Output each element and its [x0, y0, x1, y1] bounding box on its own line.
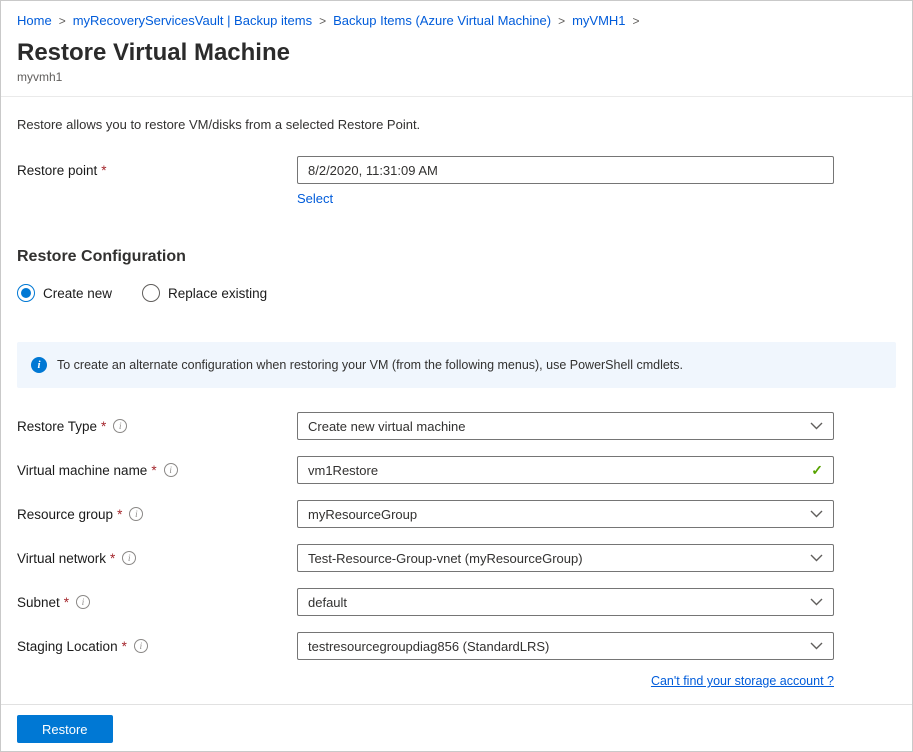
- valid-check-icon: ✓: [811, 462, 823, 479]
- field-label-cell: Restore Type * i: [17, 419, 297, 434]
- storage-account-link[interactable]: Can't find your storage account ?: [651, 674, 834, 688]
- virtual-network-row: Virtual network * i Test-Resource-Group-…: [17, 544, 896, 572]
- field-label: Virtual machine name: [17, 463, 147, 478]
- select-restore-point-link[interactable]: Select: [297, 191, 333, 206]
- intro-text: Restore allows you to restore VM/disks f…: [17, 117, 896, 132]
- restore-form: Restore Type * i Create new virtual mach…: [17, 412, 896, 690]
- required-asterisk: *: [151, 463, 156, 478]
- subnet-dropdown[interactable]: default: [297, 588, 834, 616]
- breadcrumb-separator: >: [558, 14, 565, 28]
- field-label-cell: Virtual network * i: [17, 551, 297, 566]
- info-icon: i: [76, 595, 90, 609]
- field-label-cell: Resource group * i: [17, 507, 297, 522]
- chevron-down-icon: [810, 554, 823, 562]
- required-asterisk: *: [64, 595, 69, 610]
- radio-create-new[interactable]: Create new: [17, 284, 112, 302]
- breadcrumb-separator: >: [319, 14, 326, 28]
- blade-header: Restore Virtual Machine myvmh1: [1, 38, 912, 97]
- required-asterisk: *: [101, 419, 106, 434]
- info-icon: i: [31, 357, 47, 373]
- info-banner-text: To create an alternate configuration whe…: [57, 358, 683, 372]
- breadcrumb-separator: >: [633, 14, 640, 28]
- dropdown-value: testresourcegroupdiag856 (StandardLRS): [308, 639, 549, 654]
- dropdown-value: myResourceGroup: [308, 507, 417, 522]
- chevron-down-icon: [810, 642, 823, 650]
- field-label: Staging Location: [17, 639, 118, 654]
- info-icon: i: [113, 419, 127, 433]
- restore-vm-blade: Home > myRecoveryServicesVault | Backup it…: [0, 0, 913, 752]
- radio-label: Create new: [43, 286, 112, 301]
- field-label: Resource group: [17, 507, 113, 522]
- dropdown-value: default: [308, 595, 347, 610]
- breadcrumb-vault[interactable]: myRecoveryServicesVault | Backup items: [73, 13, 312, 28]
- breadcrumb-backup-items[interactable]: Backup Items (Azure Virtual Machine): [333, 13, 551, 28]
- info-icon: i: [129, 507, 143, 521]
- field-label-cell: Staging Location * i: [17, 639, 297, 654]
- breadcrumb: Home > myRecoveryServicesVault | Backup it…: [1, 1, 912, 30]
- radio-button-icon: [17, 284, 35, 302]
- restore-point-control: Select: [297, 156, 834, 208]
- dropdown-value: Create new virtual machine: [308, 419, 466, 434]
- breadcrumb-separator: >: [59, 14, 66, 28]
- page-subtitle: myvmh1: [17, 70, 896, 84]
- resource-group-row: Resource group * i myResourceGroup: [17, 500, 896, 528]
- info-icon: i: [164, 463, 178, 477]
- select-link-row: Select: [297, 190, 834, 208]
- required-asterisk: *: [101, 163, 106, 178]
- staging-location-dropdown[interactable]: testresourcegroupdiag856 (StandardLRS): [297, 632, 834, 660]
- restore-configuration-options: Create new Replace existing: [17, 284, 896, 302]
- radio-button-icon: [142, 284, 160, 302]
- restore-point-field: [297, 156, 834, 184]
- breadcrumb-vm[interactable]: myVMH1: [572, 13, 625, 28]
- field-label-cell: Virtual machine name * i: [17, 463, 297, 478]
- restore-point-label: Restore point: [17, 163, 97, 178]
- page-title: Restore Virtual Machine: [17, 38, 896, 68]
- field-label: Restore Type: [17, 419, 97, 434]
- required-asterisk: *: [117, 507, 122, 522]
- chevron-down-icon: [810, 422, 823, 430]
- restore-point-row: Restore point * Select: [17, 156, 896, 208]
- breadcrumb-home[interactable]: Home: [17, 13, 52, 28]
- required-asterisk: *: [110, 551, 115, 566]
- virtual-network-dropdown[interactable]: Test-Resource-Group-vnet (myResourceGrou…: [297, 544, 834, 572]
- restore-button[interactable]: Restore: [17, 715, 113, 743]
- field-label: Virtual network: [17, 551, 106, 566]
- restore-type-dropdown[interactable]: Create new virtual machine: [297, 412, 834, 440]
- radio-replace-existing[interactable]: Replace existing: [142, 284, 267, 302]
- field-label-cell: Subnet * i: [17, 595, 297, 610]
- storage-account-link-row: Can't find your storage account ?: [17, 672, 834, 690]
- restore-configuration-heading: Restore Configuration: [17, 248, 896, 266]
- required-asterisk: *: [122, 639, 127, 654]
- blade-footer: Restore: [1, 704, 912, 752]
- subnet-row: Subnet * i default: [17, 588, 896, 616]
- chevron-down-icon: [810, 598, 823, 606]
- info-icon: i: [122, 551, 136, 565]
- resource-group-dropdown[interactable]: myResourceGroup: [297, 500, 834, 528]
- info-icon: i: [134, 639, 148, 653]
- chevron-down-icon: [810, 510, 823, 518]
- info-banner: i To create an alternate configuration w…: [17, 342, 896, 388]
- field-label: Subnet: [17, 595, 60, 610]
- vm-name-row: Virtual machine name * i ✓: [17, 456, 896, 484]
- blade-content: Restore allows you to restore VM/disks f…: [1, 117, 912, 690]
- restore-point-input[interactable]: [308, 163, 823, 178]
- dropdown-value: Test-Resource-Group-vnet (myResourceGrou…: [308, 551, 583, 566]
- vm-name-input[interactable]: [308, 463, 803, 478]
- staging-location-row: Staging Location * i testresourcegroupdi…: [17, 632, 896, 660]
- vm-name-field: ✓: [297, 456, 834, 484]
- restore-type-row: Restore Type * i Create new virtual mach…: [17, 412, 896, 440]
- restore-point-label-cell: Restore point *: [17, 156, 297, 184]
- radio-label: Replace existing: [168, 286, 267, 301]
